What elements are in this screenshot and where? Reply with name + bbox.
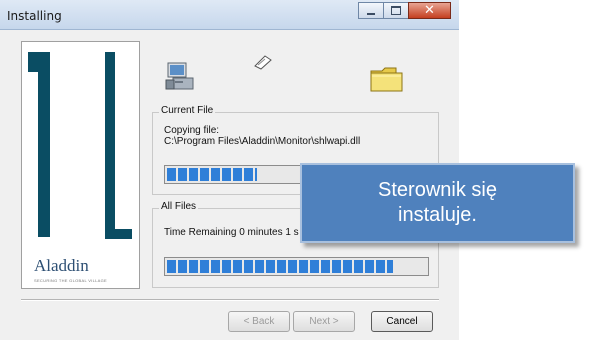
folder-icon bbox=[370, 66, 404, 97]
minimize-icon bbox=[367, 12, 375, 15]
logo-bar bbox=[105, 52, 115, 239]
back-button[interactable]: < Back bbox=[228, 311, 290, 332]
brand-panel: Aladdin SECURING THE GLOBAL VILLAGE bbox=[21, 41, 140, 289]
close-button[interactable]: ✕ bbox=[408, 2, 451, 19]
flying-paper-icon bbox=[253, 54, 273, 75]
current-file-label: Current File bbox=[159, 105, 216, 116]
window-controls: ✕ bbox=[358, 2, 451, 19]
aladdin-logo: Aladdin bbox=[34, 256, 89, 275]
all-files-label: All Files bbox=[159, 201, 199, 212]
all-files-progress bbox=[164, 257, 429, 276]
cancel-button[interactable]: Cancel bbox=[371, 311, 433, 332]
callout-text: Sterownik się instaluje. bbox=[378, 179, 497, 226]
copying-file-label: Copying file: bbox=[164, 125, 220, 136]
all-files-progress-fill bbox=[167, 260, 393, 273]
computer-icon bbox=[165, 62, 195, 95]
copying-file-path: C:\Program Files\Aladdin\Monitor\shlwapi… bbox=[164, 136, 361, 147]
logo-bar bbox=[115, 229, 132, 239]
close-icon: ✕ bbox=[424, 3, 435, 18]
title-bar[interactable]: Installing ✕ bbox=[0, 0, 459, 30]
maximize-button[interactable] bbox=[383, 2, 409, 19]
time-remaining-text: Time Remaining 0 minutes 1 s bbox=[164, 227, 299, 238]
maximize-icon bbox=[391, 6, 401, 15]
next-button[interactable]: Next > bbox=[293, 311, 355, 332]
logo-bar bbox=[38, 52, 50, 237]
current-file-progress-fill bbox=[167, 168, 257, 181]
minimize-button[interactable] bbox=[358, 2, 384, 19]
aladdin-tagline: SECURING THE GLOBAL VILLAGE bbox=[34, 278, 108, 283]
button-divider bbox=[21, 299, 439, 301]
window-title: Installing bbox=[7, 9, 62, 23]
callout-box: Sterownik się instaluje. bbox=[300, 163, 575, 243]
